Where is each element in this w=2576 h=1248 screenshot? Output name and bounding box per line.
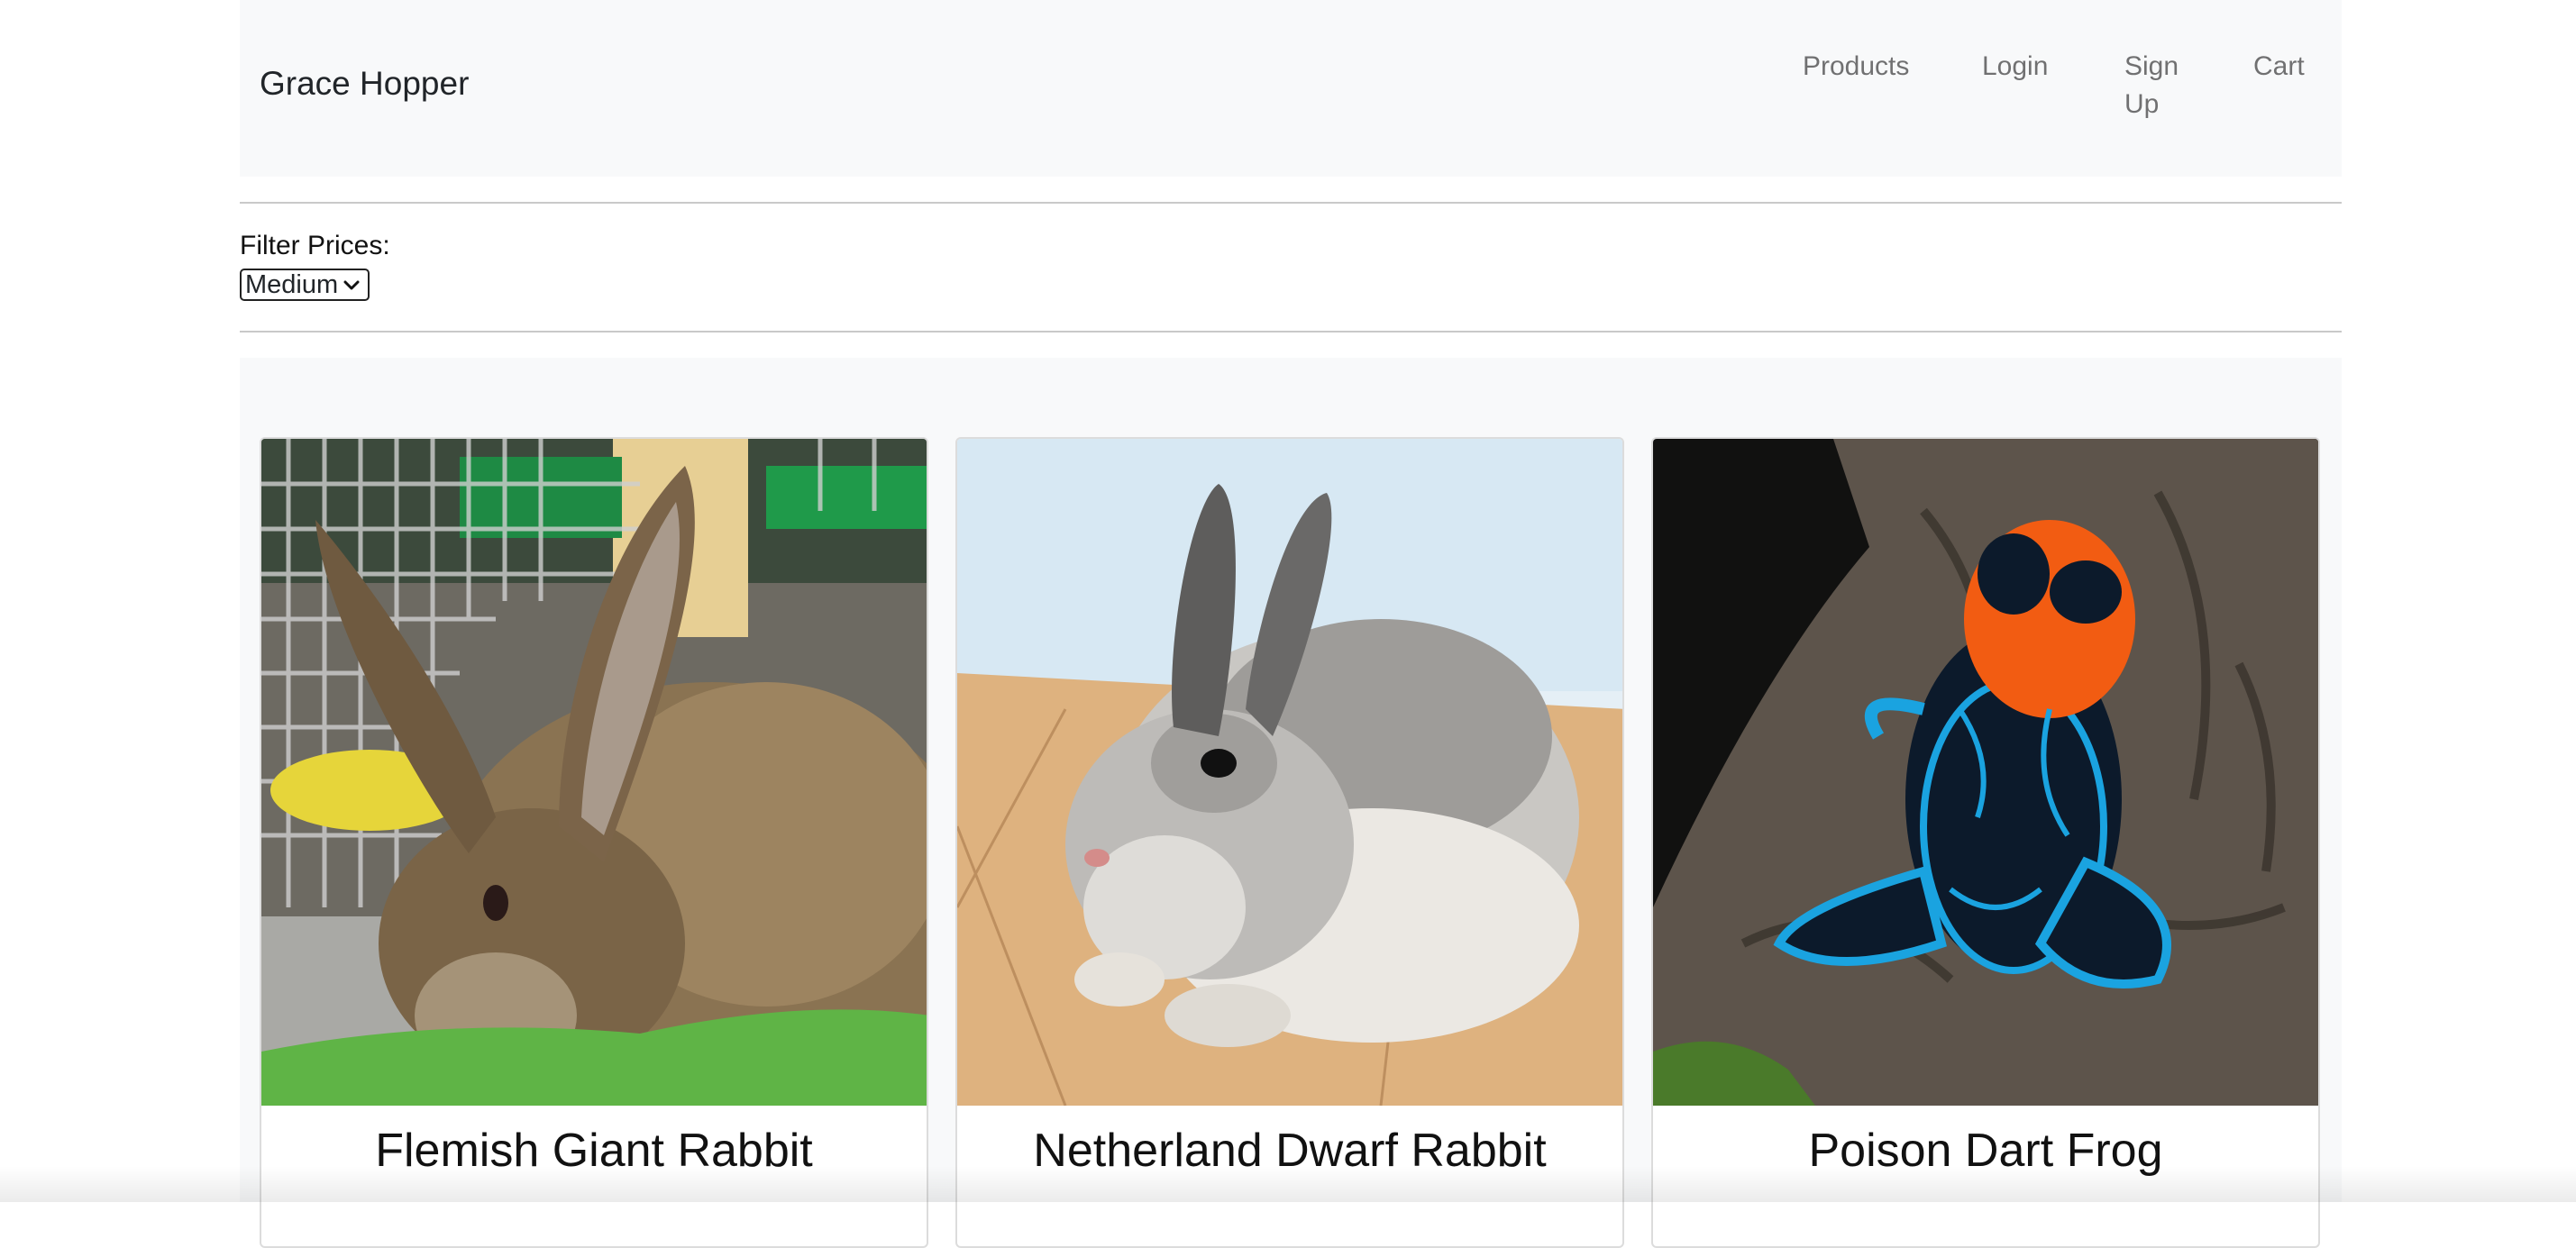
divider-bottom (240, 331, 2342, 332)
nav-link-signup[interactable]: Sign Up (2124, 48, 2188, 123)
product-card[interactable]: Flemish Giant Rabbit (260, 437, 928, 1248)
poison-dart-frog-image[interactable] (1653, 439, 2320, 1106)
products-panel: Flemish Giant Rabbit (240, 358, 2342, 1202)
product-title[interactable]: Netherland Dwarf Rabbit (957, 1124, 1622, 1178)
netherland-dwarf-rabbit-image[interactable] (957, 439, 1624, 1106)
flemish-giant-rabbit-image[interactable] (261, 439, 928, 1106)
divider-top (240, 202, 2342, 204)
product-card[interactable]: Poison Dart Frog (1651, 437, 2320, 1248)
navbar: Grace Hopper Products Login Sign Up Cart (240, 0, 2342, 177)
nav-link-cart[interactable]: Cart (2253, 48, 2305, 86)
nav-link-login[interactable]: Login (1982, 48, 2048, 86)
chevron-down-icon (343, 276, 361, 294)
filter-prices-label: Filter Prices: (240, 231, 390, 261)
product-title[interactable]: Poison Dart Frog (1653, 1124, 2318, 1178)
price-filter-select[interactable]: Medium (240, 269, 370, 301)
nav-link-products[interactable]: Products (1803, 48, 1909, 86)
price-filter-selected-value: Medium (245, 270, 338, 300)
brand-link[interactable]: Grace Hopper (260, 65, 469, 103)
product-title[interactable]: Flemish Giant Rabbit (261, 1124, 927, 1178)
product-card[interactable]: Netherland Dwarf Rabbit (955, 437, 1624, 1248)
